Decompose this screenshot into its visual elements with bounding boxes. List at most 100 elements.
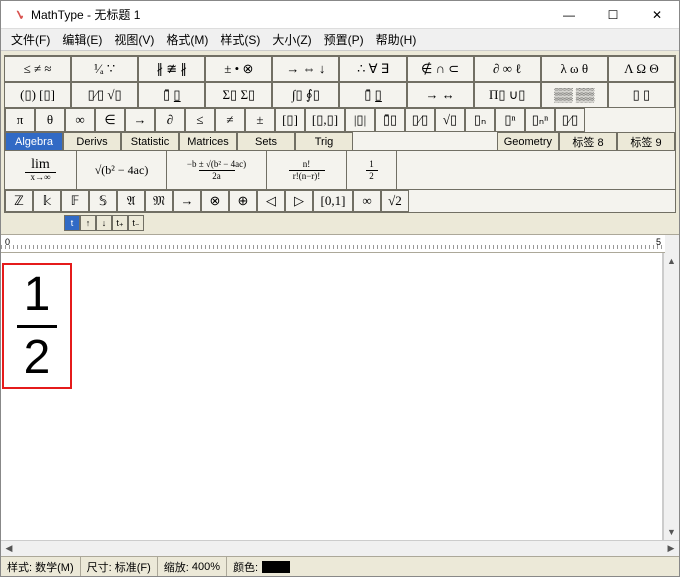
size-tab-4[interactable]: t₊	[112, 215, 128, 231]
font-sqrt2[interactable]: √2	[381, 190, 409, 212]
palette-greek-upper[interactable]: Λ Ω Θ	[608, 56, 675, 82]
palette-fences[interactable]: (▯) [▯]	[5, 82, 71, 108]
maximize-button[interactable]: ☐	[591, 1, 635, 29]
font-fraktur-a[interactable]: 𝔄	[117, 190, 145, 212]
palette-sub-super[interactable]: ¹⁄ₐ ∵	[71, 56, 138, 82]
status-size[interactable]: 尺寸: 标准(F)	[81, 557, 158, 576]
palette-overbar[interactable]: ▯̄ ▯̲	[339, 82, 406, 108]
quick-theta[interactable]: θ	[35, 108, 65, 132]
quick-abs[interactable]: |▯|	[345, 108, 375, 132]
quick-elementof[interactable]: ∈	[95, 108, 125, 132]
palette-product[interactable]: Π▯ ∪▯	[474, 82, 541, 108]
font-fraktur-m[interactable]: 𝔐	[145, 190, 173, 212]
palette-greek-lower[interactable]: λ ω θ	[541, 56, 608, 82]
size-tab-5[interactable]: t₋	[128, 215, 144, 231]
preset-binomial[interactable]: n! r!(n−r)!	[267, 151, 347, 190]
font-tri-l[interactable]: ◁	[257, 190, 285, 212]
quick-sub[interactable]: ▯ₙ	[465, 108, 495, 132]
status-color[interactable]: 颜色:	[227, 557, 296, 576]
size-tab-1[interactable]: t	[64, 215, 80, 231]
preset-limit[interactable]: lim x→∞	[5, 151, 77, 190]
scroll-up-icon[interactable]: ▲	[664, 253, 679, 269]
tab-label9[interactable]: 标签 9	[617, 132, 675, 150]
menu-help[interactable]: 帮助(H)	[370, 29, 423, 50]
quick-sup[interactable]: ▯ⁿ	[495, 108, 525, 132]
preset-half[interactable]: 1 2	[347, 151, 397, 190]
preset-quadratic[interactable]: −b ± √(b² − 4ac) 2a	[167, 151, 267, 190]
status-zoom[interactable]: 缩放: 400%	[158, 557, 227, 576]
equation-numerator[interactable]: 1	[24, 271, 51, 319]
tab-matrices[interactable]: Matrices	[179, 132, 237, 150]
menu-edit[interactable]: 编辑(E)	[56, 29, 108, 50]
quick-interval[interactable]: [▯,▯]	[305, 108, 345, 132]
equation-editor[interactable]: 1 2	[1, 253, 663, 540]
font-f[interactable]: 𝔽	[61, 190, 89, 212]
palette-integral[interactable]: ∫▯ ∮▯	[272, 82, 339, 108]
size-tab-2[interactable]: ↑	[80, 215, 96, 231]
close-button[interactable]: ✕	[635, 1, 679, 29]
quick-pm[interactable]: ±	[245, 108, 275, 132]
quick-arrow[interactable]: →	[125, 108, 155, 132]
equation-denominator[interactable]: 2	[24, 334, 51, 382]
tab-trig[interactable]: Trig	[295, 132, 353, 150]
font-to[interactable]: →	[173, 190, 201, 212]
tab-algebra[interactable]: Algebra	[5, 132, 63, 150]
font-otimes[interactable]: ⊗	[201, 190, 229, 212]
menu-preset[interactable]: 预置(P)	[318, 29, 370, 50]
palette-embellish[interactable]: ∦ ≇ ∦	[138, 56, 205, 82]
quick-le[interactable]: ≤	[185, 108, 215, 132]
tab-geometry[interactable]: Geometry	[497, 132, 559, 150]
size-tab-3[interactable]: ↓	[96, 215, 112, 231]
quick-infinity[interactable]: ∞	[65, 108, 95, 132]
preset-discriminant[interactable]: √(b² − 4ac)	[77, 151, 167, 190]
font-z[interactable]: ℤ	[5, 190, 33, 212]
quick-over[interactable]: ▯̄▯	[375, 108, 405, 132]
hscroll-track[interactable]	[17, 541, 663, 556]
tab-label8[interactable]: 标签 8	[559, 132, 617, 150]
font-s[interactable]: 𝕊	[89, 190, 117, 212]
quick-frac2[interactable]: ▯⁄▯	[555, 108, 585, 132]
quick-subsup[interactable]: ▯ₙⁿ	[525, 108, 555, 132]
tab-sets[interactable]: Sets	[237, 132, 295, 150]
palette-logic[interactable]: ∴ ∀ ∃	[339, 56, 406, 82]
quick-ne[interactable]: ≠	[215, 108, 245, 132]
menu-style[interactable]: 样式(S)	[214, 29, 266, 50]
vscroll-track[interactable]	[664, 269, 679, 524]
palette-arrows[interactable]: → ⇔ ↓	[272, 56, 339, 82]
palette-operators[interactable]: ± • ⊗	[205, 56, 272, 82]
palette-set[interactable]: ∉ ∩ ⊂	[407, 56, 474, 82]
menu-view[interactable]: 视图(V)	[108, 29, 160, 50]
quick-frac[interactable]: ▯⁄▯	[405, 108, 435, 132]
font-inf[interactable]: ∞	[353, 190, 381, 212]
font-interval01[interactable]: [0,1]	[313, 190, 353, 212]
scroll-down-icon[interactable]: ▼	[664, 524, 679, 540]
tab-derivs[interactable]: Derivs	[63, 132, 121, 150]
scroll-left-icon[interactable]: ◀	[1, 541, 17, 556]
quick-partial[interactable]: ∂	[155, 108, 185, 132]
minimize-button[interactable]: —	[547, 1, 591, 29]
equation-fraction[interactable]: 1 2	[2, 263, 72, 389]
font-k[interactable]: 𝕜	[33, 190, 61, 212]
quick-sqrt[interactable]: √▯	[435, 108, 465, 132]
ruler[interactable]: 0 5	[1, 235, 665, 253]
palette-subsup[interactable]: ▯̄ ▯̲	[138, 82, 205, 108]
menu-size[interactable]: 大小(Z)	[266, 29, 317, 50]
palette-relational[interactable]: ≤ ≠ ≈	[5, 56, 71, 82]
font-tri-r[interactable]: ▷	[285, 190, 313, 212]
tab-statistic[interactable]: Statistic	[121, 132, 179, 150]
vertical-scrollbar[interactable]: ▲ ▼	[663, 253, 679, 540]
palette-sum[interactable]: Σ▯ Σ▯	[205, 82, 272, 108]
palette-misc[interactable]: ∂ ∞ ℓ	[474, 56, 541, 82]
menu-format[interactable]: 格式(M)	[160, 29, 214, 50]
palette-matrix[interactable]: ▒▒ ▒▒	[541, 82, 608, 108]
status-style[interactable]: 样式: 数学(M)	[1, 557, 81, 576]
palette-boxes[interactable]: ▯ ▯	[608, 82, 675, 108]
palette-fraction-root[interactable]: ▯⁄▯ √▯	[71, 82, 138, 108]
scroll-right-icon[interactable]: ▶	[663, 541, 679, 556]
palette-label-arrows[interactable]: → ↔	[407, 82, 474, 108]
quick-pi[interactable]: π	[5, 108, 35, 132]
font-oplus[interactable]: ⊕	[229, 190, 257, 212]
horizontal-scrollbar[interactable]: ◀ ▶	[1, 540, 679, 556]
menu-file[interactable]: 文件(F)	[5, 29, 56, 50]
quick-bracket[interactable]: [▯]	[275, 108, 305, 132]
